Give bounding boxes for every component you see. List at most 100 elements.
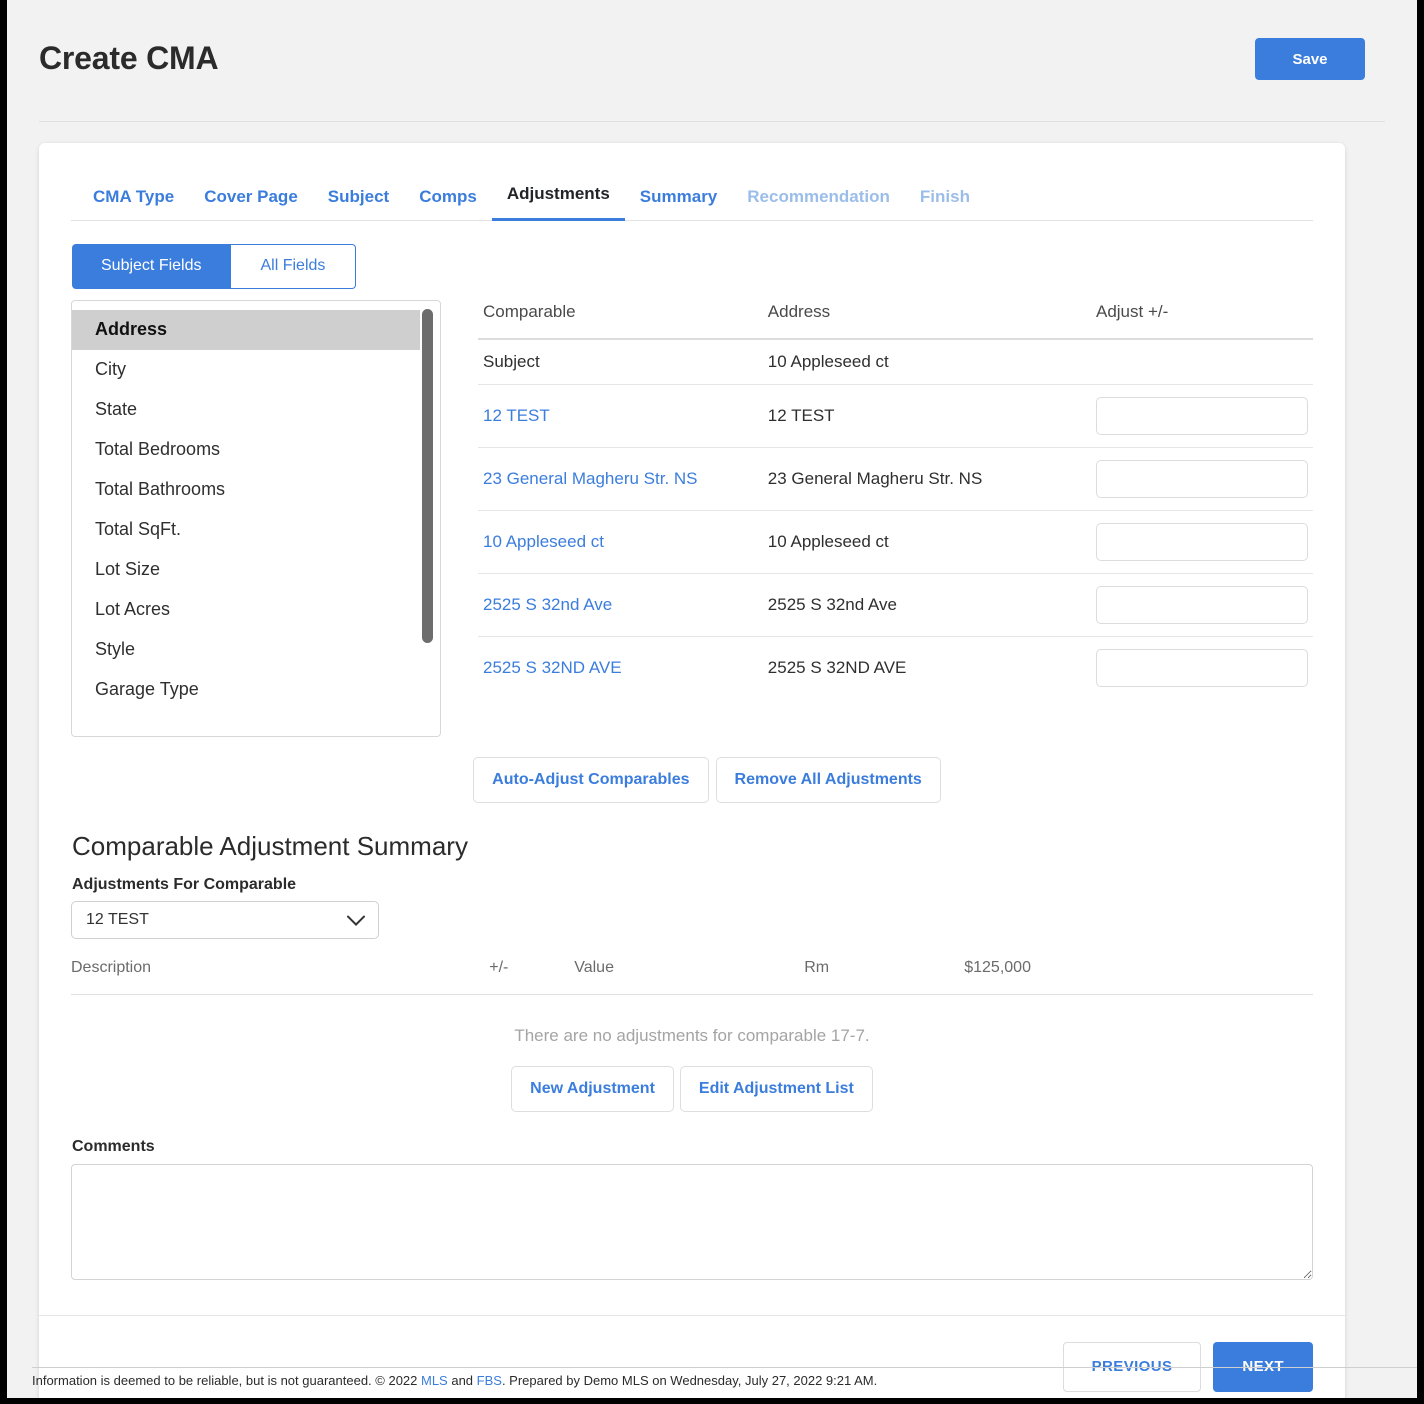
header-divider (39, 121, 1385, 122)
no-adjustments-message: There are no adjustments for comparable … (514, 1025, 870, 1045)
field-item-state[interactable]: State (72, 390, 420, 430)
comparables-table-header-row: Comparable Address Adjust +/- (478, 301, 1313, 340)
toggle-all-fields[interactable]: All Fields (230, 244, 357, 289)
adjust-input-3[interactable] (1095, 522, 1308, 561)
adjustments-columns: Address City State Total Bedrooms Total … (71, 289, 1313, 737)
tab-comps[interactable]: Comps (404, 187, 492, 221)
tab-cover-page[interactable]: Cover Page (189, 187, 313, 221)
card-body: CMA Type Cover Page Subject Comps Adjust… (39, 143, 1345, 1315)
comparable-link[interactable]: 23 General Magheru Str. NS (483, 469, 698, 488)
adjust-input-5[interactable] (1095, 648, 1308, 687)
save-button[interactable]: Save (1255, 38, 1365, 80)
cell-comparable: Subject (478, 338, 763, 385)
cell-address: 23 General Magheru Str. NS (762, 447, 1091, 511)
comparable-link[interactable]: 2525 S 32ND AVE (483, 658, 622, 677)
cell-adjust (1090, 573, 1313, 637)
col-total-price: $125,000 (964, 958, 1313, 995)
cell-adjust (1090, 447, 1313, 511)
col-description: Description (71, 958, 490, 995)
field-item-total-bathrooms[interactable]: Total Bathrooms (72, 470, 420, 510)
field-item-total-sqft[interactable]: Total SqFt. (72, 510, 420, 550)
field-item-garage-type[interactable]: Garage Type (72, 670, 420, 710)
comparable-link[interactable]: 10 Appleseed ct (483, 532, 604, 551)
wizard-tabs: CMA Type Cover Page Subject Comps Adjust… (71, 143, 1313, 221)
field-list-scrollbar[interactable] (422, 308, 433, 730)
comparables-table-panel: Comparable Address Adjust +/- Subject 10… (441, 300, 1313, 699)
cell-comparable: 10 Appleseed ct (478, 510, 763, 574)
footer-link-fbs[interactable]: FBS (477, 1373, 502, 1388)
cell-address: 2525 S 32ND AVE (767, 657, 907, 677)
adjust-input-2[interactable] (1095, 459, 1308, 498)
adjustments-for-comparable-label: Adjustments For Comparable (72, 875, 297, 893)
tab-recommendation: Recommendation (732, 187, 905, 221)
table-row: 2525 S 32nd Ave 2525 S 32nd Ave (478, 573, 1313, 637)
cell-adjust (1090, 338, 1313, 385)
toggle-subject-fields[interactable]: Subject Fields (72, 244, 231, 289)
summary-heading: Comparable Adjustment Summary (72, 830, 468, 861)
footer-text-before: Information is deemed to be reliable, bu… (32, 1373, 421, 1388)
cma-wizard-card: CMA Type Cover Page Subject Comps Adjust… (39, 143, 1345, 1398)
tab-finish: Finish (905, 187, 985, 221)
comments-label: Comments (72, 1137, 155, 1155)
footer-text-and: and (447, 1373, 477, 1388)
field-scope-toggle-row: Subject Fields All Fields (72, 221, 1313, 289)
auto-adjust-comparables-button[interactable]: Auto-Adjust Comparables (473, 756, 709, 803)
edit-adjustment-list-button[interactable]: Edit Adjustment List (679, 1065, 873, 1112)
new-adjustment-button[interactable]: New Adjustment (511, 1065, 674, 1112)
col-address: Address (762, 301, 1091, 340)
table-row: 2525 S 32ND AVE 2525 S 32ND AVE (478, 636, 1313, 699)
tab-subject[interactable]: Subject (313, 187, 404, 221)
field-item-lot-acres[interactable]: Lot Acres (72, 590, 420, 630)
cell-adjust (1090, 384, 1313, 448)
cell-adjust (1090, 510, 1313, 574)
col-rm: Rm (804, 958, 965, 995)
table-row: 23 General Magheru Str. NS 23 General Ma… (478, 447, 1313, 511)
cell-address: 10 Appleseed ct (762, 338, 1091, 385)
field-item-total-bedrooms[interactable]: Total Bedrooms (72, 430, 420, 470)
field-item-lot-size[interactable]: Lot Size (72, 550, 420, 590)
comparable-select[interactable]: 12 TEST 23 General Magheru Str. NS 10 Ap… (71, 900, 379, 939)
col-value: Value (574, 958, 805, 995)
adjustment-actions: New Adjustment Edit Adjustment List (71, 1046, 1313, 1112)
table-actions: Auto-Adjust Comparables Remove All Adjus… (71, 737, 1313, 803)
col-adjust: Adjust +/- (1090, 301, 1313, 340)
adjust-input-1[interactable] (1095, 396, 1308, 435)
cell-comparable: 12 TEST (478, 384, 763, 448)
col-comparable: Comparable (478, 301, 763, 340)
cell-comparable: 2525 S 32nd Ave (478, 573, 763, 637)
adjustment-table-header-row: Description +/- Value Rm $125,000 (71, 958, 1313, 995)
cell-address: 12 TEST (762, 384, 1091, 448)
tab-summary[interactable]: Summary (625, 187, 732, 221)
field-list-scrollbar-thumb[interactable] (422, 308, 433, 643)
page-root: Create CMA Save CMA Type Cover Page Subj… (7, 0, 1417, 1398)
card-bottom-spacer (71, 1280, 1313, 1315)
field-item-city[interactable]: City (72, 350, 420, 390)
comparable-link[interactable]: 2525 S 32nd Ave (483, 595, 612, 614)
footer-link-mls[interactable]: MLS (421, 1373, 448, 1388)
footer-text-after: . Prepared by Demo MLS on Wednesday, Jul… (501, 1373, 878, 1388)
tab-cma-type[interactable]: CMA Type (71, 187, 189, 221)
tab-adjustments[interactable]: Adjustments (491, 184, 625, 221)
cell-address: 2525 S 32nd Ave (762, 573, 1091, 637)
remove-all-adjustments-button[interactable]: Remove All Adjustments (715, 756, 941, 803)
col-plus-minus: +/- (489, 958, 575, 995)
comparable-link[interactable]: 12 TEST (483, 406, 550, 425)
field-scope-toggle: Subject Fields All Fields (72, 244, 357, 289)
adjustment-summary-table: Description +/- Value Rm $125,000 (71, 958, 1313, 995)
table-row: 10 Appleseed ct 10 Appleseed ct (478, 510, 1313, 574)
field-item-address[interactable]: Address (72, 309, 420, 350)
cell-comparable: 2525 S 32ND AVE (478, 636, 763, 699)
browser-viewport: Create CMA Save CMA Type Cover Page Subj… (0, 0, 1424, 1404)
cell-comparable: 23 General Magheru Str. NS (478, 447, 763, 511)
table-row: 12 TEST 12 TEST (478, 384, 1313, 448)
page-title: Create CMA (39, 40, 219, 76)
cell-address: 10 Appleseed ct (762, 510, 1091, 574)
page-header: Create CMA Save (7, 0, 1417, 122)
comments-textarea[interactable] (71, 1163, 1313, 1280)
adjust-input-4[interactable] (1095, 585, 1308, 624)
comparable-select-wrap: 12 TEST 23 General Magheru Str. NS 10 Ap… (71, 900, 379, 939)
field-item-style[interactable]: Style (72, 630, 420, 670)
page-footer: Information is deemed to be reliable, bu… (32, 1367, 1417, 1388)
field-list: Address City State Total Bedrooms Total … (72, 301, 420, 710)
cell-adjust (1091, 636, 1313, 699)
